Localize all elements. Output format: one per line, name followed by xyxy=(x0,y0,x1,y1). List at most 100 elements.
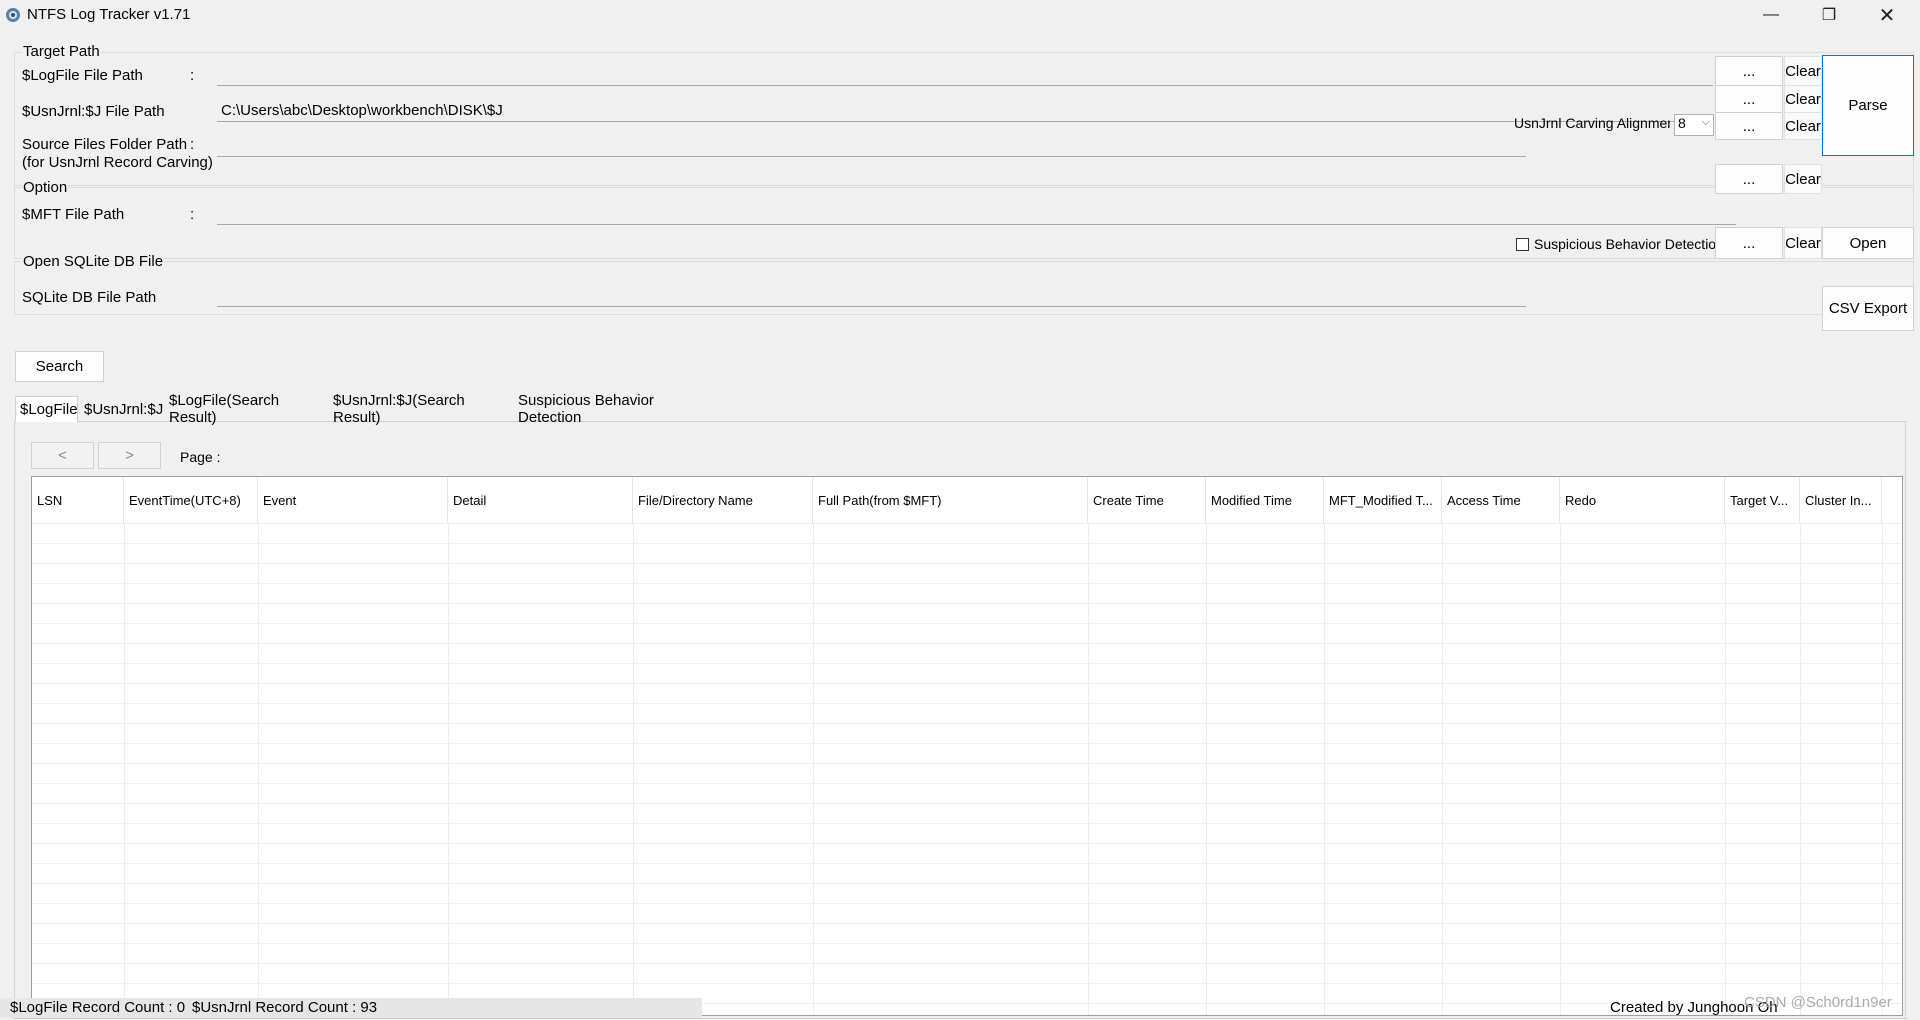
tab-logfile[interactable]: $LogFile xyxy=(15,396,78,422)
mft-path-label: $MFT File Path xyxy=(22,206,125,223)
grid-column-line xyxy=(124,523,125,1015)
column-header-create-time[interactable]: Create Time xyxy=(1088,477,1206,523)
grid-column-line xyxy=(813,523,814,1015)
grid-row-line xyxy=(32,583,1902,584)
column-header-target-vcn[interactable]: Target V... xyxy=(1725,477,1800,523)
usnjrnl-path-input[interactable] xyxy=(217,100,1713,122)
browse-mft-button[interactable]: ... xyxy=(1715,164,1783,194)
grid-row-line xyxy=(32,883,1902,884)
minimize-icon[interactable]: — xyxy=(1742,0,1800,30)
column-header-lsn[interactable]: LSN xyxy=(32,477,124,523)
gear-icon xyxy=(6,8,20,22)
records-table[interactable]: LSN EventTime(UTC+8) Event Detail File/D… xyxy=(31,476,1903,1016)
grid-row-line xyxy=(32,963,1902,964)
usnjrnl-record-count: $UsnJrnl Record Count : 93 xyxy=(192,999,378,1016)
grid-column-line xyxy=(258,523,259,1015)
grid-row-line xyxy=(32,563,1902,564)
grid-column-line xyxy=(633,523,634,1015)
grid-column-line xyxy=(448,523,449,1015)
suspicious-behavior-checkbox[interactable] xyxy=(1516,237,1529,251)
grid-row-line xyxy=(32,623,1902,624)
column-header-file-name[interactable]: File/Directory Name xyxy=(633,477,813,523)
sqlite-path-label: SQLite DB File Path xyxy=(22,289,157,306)
tab-suspicious-behavior[interactable]: Suspicious Behavior Detection xyxy=(514,392,714,426)
colon: : xyxy=(190,206,195,223)
carving-alignment-select[interactable]: 8 ⌵ xyxy=(1674,114,1714,136)
browse-logfile-button[interactable]: ... xyxy=(1715,56,1783,86)
colon: : xyxy=(190,136,195,153)
window-title: NTFS Log Tracker v1.71 xyxy=(27,6,191,23)
browse-sqlite-button[interactable]: ... xyxy=(1715,227,1783,259)
page-label: Page : xyxy=(180,449,221,465)
clear-source-button[interactable]: Clear xyxy=(1784,112,1822,140)
option-title: Option xyxy=(22,179,69,196)
grid-column-line xyxy=(1206,523,1207,1015)
grid-row-line xyxy=(32,783,1902,784)
grid-row-line xyxy=(32,683,1902,684)
usnjrnl-path-label: $UsnJrnl:$J File Path xyxy=(22,103,165,120)
grid-column-line xyxy=(1725,523,1726,1015)
grid-row-line xyxy=(32,903,1902,904)
grid-row-line xyxy=(32,723,1902,724)
grid-row-line xyxy=(32,983,1902,984)
grid-row-line xyxy=(32,703,1902,704)
grid-row-line xyxy=(32,863,1902,864)
parse-button[interactable]: Parse xyxy=(1822,55,1914,156)
column-header-mft-modified-time[interactable]: MFT_Modified T... xyxy=(1324,477,1442,523)
logfile-record-count: $LogFile Record Count : 0 xyxy=(10,999,186,1016)
csv-export-button[interactable]: CSV Export xyxy=(1822,286,1914,331)
grid-row-line xyxy=(32,743,1902,744)
grid-row-line xyxy=(32,923,1902,924)
carving-alignment-value: 8 xyxy=(1678,115,1686,131)
source-folder-sublabel: (for UsnJrnl Record Carving) xyxy=(22,154,213,171)
browse-source-button[interactable]: ... xyxy=(1715,112,1783,140)
search-button[interactable]: Search xyxy=(15,351,104,382)
column-header-full-path[interactable]: Full Path(from $MFT) xyxy=(813,477,1088,523)
chevron-down-icon: ⌵ xyxy=(1701,116,1710,128)
grid-row-line xyxy=(32,543,1902,544)
target-path-title: Target Path xyxy=(22,43,101,60)
title-bar xyxy=(0,0,1920,30)
grid-column-line xyxy=(1088,523,1089,1015)
browse-usnjrnl-button[interactable]: ... xyxy=(1715,85,1783,113)
grid-column-line xyxy=(1882,523,1883,1015)
source-folder-input[interactable] xyxy=(217,135,1526,157)
logfile-path-label: $LogFile File Path xyxy=(22,67,143,84)
suspicious-behavior-label: Suspicious Behavior Detection xyxy=(1534,236,1716,252)
column-header-event[interactable]: Event xyxy=(258,477,448,523)
clear-sqlite-button[interactable]: Clear xyxy=(1784,227,1822,259)
sqlite-path-input[interactable] xyxy=(217,285,1526,307)
tab-usnjrnl[interactable]: $UsnJrnl:$J xyxy=(80,396,163,422)
grid-row-line xyxy=(32,943,1902,944)
grid-column-line xyxy=(1324,523,1325,1015)
prev-page-button[interactable]: < xyxy=(31,442,94,469)
grid-row-line xyxy=(32,643,1902,644)
grid-row-line xyxy=(32,763,1902,764)
grid-row-line xyxy=(32,603,1902,604)
column-header-access-time[interactable]: Access Time xyxy=(1442,477,1560,523)
tab-logfile-search-result[interactable]: $LogFile(Search Result) xyxy=(165,392,329,426)
grid-column-line xyxy=(1442,523,1443,1015)
grid-column-line xyxy=(1800,523,1801,1015)
grid-row-line xyxy=(32,523,1902,524)
column-header-eventtime[interactable]: EventTime(UTC+8) xyxy=(124,477,258,523)
grid-row-line xyxy=(32,823,1902,824)
clear-mft-button[interactable]: Clear xyxy=(1784,164,1822,194)
next-page-button[interactable]: > xyxy=(98,442,161,469)
clear-usnjrnl-button[interactable]: Clear xyxy=(1784,85,1822,113)
grid-column-line xyxy=(1560,523,1561,1015)
tab-usnjrnl-search-result[interactable]: $UsnJrnl:$J(Search Result) xyxy=(329,392,512,426)
column-header-redo[interactable]: Redo xyxy=(1560,477,1725,523)
grid-row-line xyxy=(32,843,1902,844)
restore-icon[interactable]: ❐ xyxy=(1800,0,1858,30)
logfile-path-input[interactable] xyxy=(217,64,1713,86)
suspicious-behavior-checkbox-row[interactable]: Suspicious Behavior Detection xyxy=(1516,234,1716,254)
close-icon[interactable]: ✕ xyxy=(1858,0,1916,30)
watermark-text: CSDN @Sch0rd1n9er xyxy=(1744,994,1892,1011)
column-header-detail[interactable]: Detail xyxy=(448,477,633,523)
column-header-cluster-index[interactable]: Cluster In... xyxy=(1800,477,1882,523)
clear-logfile-button[interactable]: Clear xyxy=(1784,56,1822,86)
open-button[interactable]: Open xyxy=(1822,227,1914,259)
column-header-modified-time[interactable]: Modified Time xyxy=(1206,477,1324,523)
mft-path-input[interactable] xyxy=(217,203,1736,225)
